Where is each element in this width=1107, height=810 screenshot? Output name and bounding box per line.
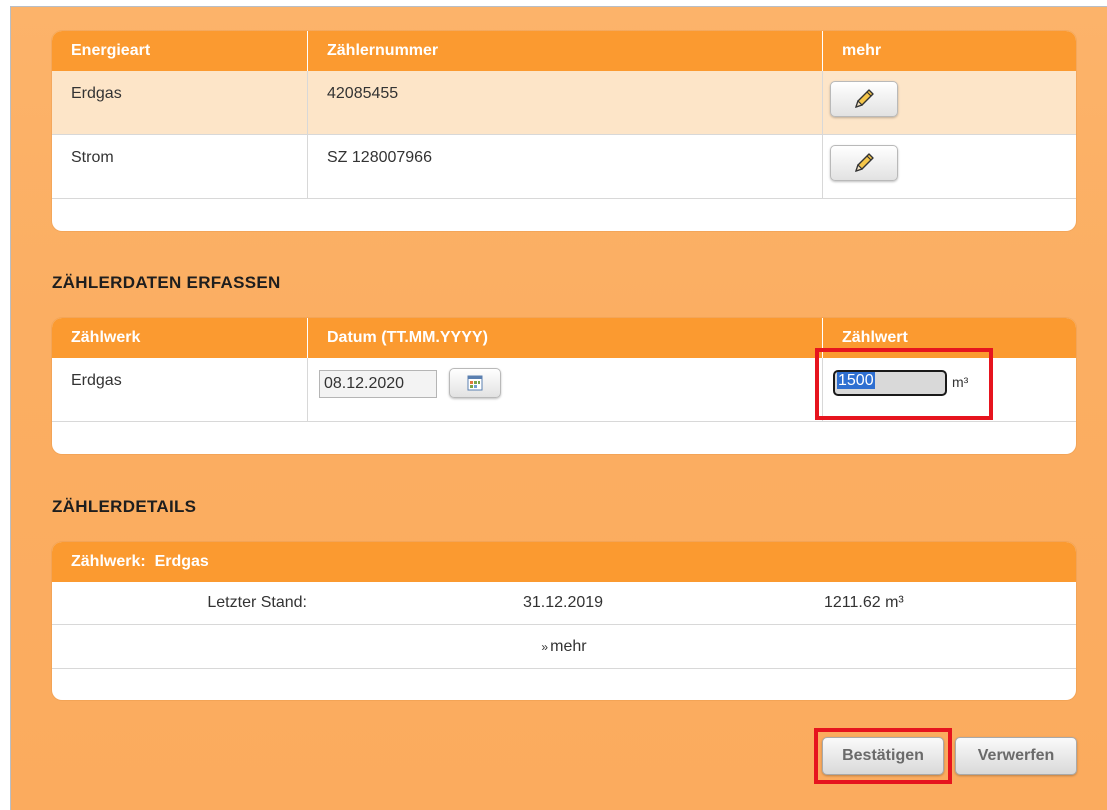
edit-button[interactable]: [830, 81, 898, 117]
meter-number: 42085455: [307, 71, 822, 134]
energy-type: Erdgas: [71, 85, 122, 102]
meter-number: SZ 128007966: [307, 135, 822, 198]
discard-button[interactable]: Verwerfen: [955, 737, 1077, 775]
capture-table-header: Zählwerk Datum (TT.MM.YYYY) Zählwert: [52, 318, 1076, 358]
meter-value-input[interactable]: 1500: [833, 370, 947, 396]
last-reading-label: Letzter Stand:: [207, 594, 307, 611]
chevron-double-down-icon: »: [541, 639, 549, 654]
table-row: Letzter Stand: 31.12.2019 1211.62 m³: [52, 582, 1076, 625]
calendar-button[interactable]: [449, 368, 501, 398]
last-reading-value: 1211.62 m³: [824, 594, 904, 611]
header-datum: Datum (TT.MM.YYYY): [307, 318, 822, 358]
details-header: Zählwerk: Erdgas: [52, 542, 1076, 582]
header-mehr: mehr: [822, 31, 1076, 71]
pencil-icon: [855, 153, 874, 172]
details-table: Zählwerk: Erdgas Letzter Stand: 31.12.20…: [52, 542, 1076, 700]
table-row: Strom SZ 128007966: [52, 135, 1076, 199]
meters-table: Energieart Zählernummer mehr Erdgas 4208…: [52, 31, 1076, 231]
section-title-capture: ZÄHLERDATEN ERFASSEN: [52, 273, 281, 292]
table-row: Erdgas 1500 m³: [52, 358, 1076, 422]
section-title-details: ZÄHLERDETAILS: [52, 497, 197, 516]
unit-label: m³: [952, 374, 969, 390]
table-row: Erdgas 42085455: [52, 71, 1076, 135]
confirm-button[interactable]: Bestätigen: [822, 737, 944, 775]
meters-table-header: Energieart Zählernummer mehr: [52, 31, 1076, 71]
header-zaehlwerk: Zählwerk: [71, 329, 141, 346]
last-reading-date: 31.12.2019: [522, 594, 604, 611]
more-label: mehr: [550, 637, 587, 655]
header-zaehlwert: Zählwert: [822, 318, 1076, 358]
header-zaehlernummer: Zählernummer: [307, 31, 822, 71]
calendar-icon: [467, 375, 483, 391]
pencil-icon: [855, 89, 874, 108]
energy-type: Strom: [71, 149, 114, 166]
capture-table: Zählwerk Datum (TT.MM.YYYY) Zählwert Erd…: [52, 318, 1076, 454]
date-input[interactable]: [319, 370, 437, 398]
more-link[interactable]: » mehr: [52, 625, 1076, 669]
register-name: Erdgas: [71, 372, 122, 389]
meter-value-text: 1500: [837, 372, 875, 389]
header-energieart: Energieart: [71, 42, 151, 59]
edit-button[interactable]: [830, 145, 898, 181]
